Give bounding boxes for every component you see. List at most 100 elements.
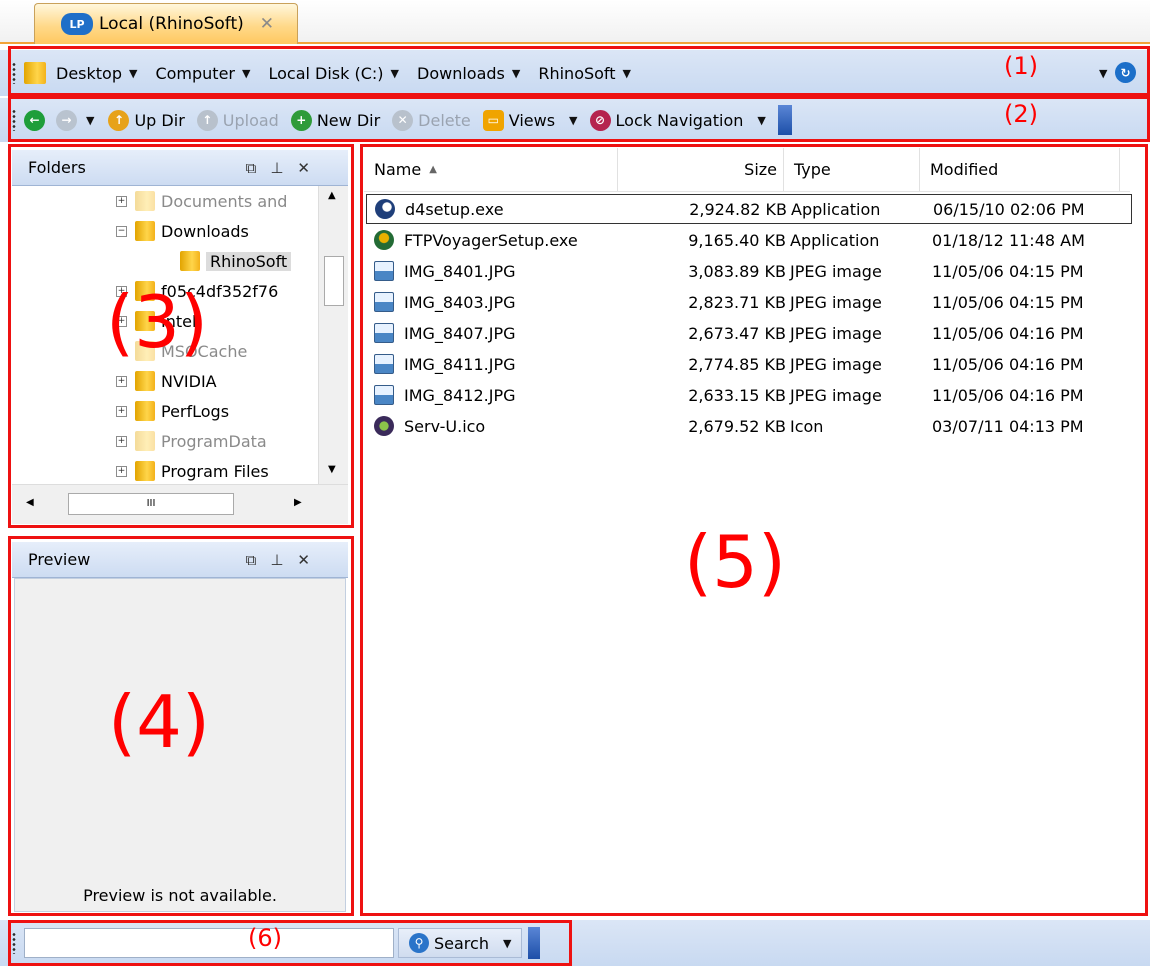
scroll-down-icon[interactable]: ▼ bbox=[328, 464, 336, 475]
scroll-thumb[interactable] bbox=[324, 256, 344, 306]
search-bar: ⚲ Search ▼ bbox=[0, 920, 1150, 966]
back-arrow-icon[interactable]: ← bbox=[24, 109, 45, 131]
breadcrumb-downloads[interactable]: Downloads ▼ bbox=[417, 64, 520, 83]
toolbar-grip[interactable] bbox=[12, 109, 16, 131]
delete-button[interactable]: ✕ Delete bbox=[392, 109, 471, 131]
column-header-type[interactable]: Type bbox=[784, 148, 920, 191]
image-file-icon bbox=[374, 292, 394, 312]
chevron-down-icon[interactable]: ▼ bbox=[569, 114, 577, 127]
lock-navigation-button[interactable]: ⊘ Lock Navigation ▼ bbox=[589, 109, 766, 131]
folder-shortcut-icon bbox=[135, 191, 155, 211]
history-dropdown-icon[interactable]: ▼ bbox=[1099, 67, 1107, 80]
breadcrumb-computer[interactable]: Computer ▼ bbox=[155, 64, 250, 83]
tree-node-programdata[interactable]: + ProgramData bbox=[116, 426, 267, 456]
column-header-name[interactable]: Name ▲ bbox=[364, 148, 618, 191]
main-toolbar: ← → ▼ ↑ Up Dir ↑ Upload + New Dir ✕ Delete ▭… bbox=[0, 98, 1150, 142]
float-icon[interactable]: ⧉ bbox=[246, 159, 271, 177]
search-input[interactable] bbox=[24, 928, 394, 958]
local-site-icon: LP bbox=[61, 13, 93, 35]
sort-ascending-icon: ▲ bbox=[429, 164, 437, 175]
tree-node-program-files[interactable]: + Program Files bbox=[116, 456, 269, 484]
table-row[interactable]: IMG_8403.JPG 2,823.71 KB JPEG image 11/0… bbox=[366, 287, 1132, 317]
tree-node-documents[interactable]: + Documents and bbox=[116, 186, 287, 216]
history-dropdown-icon[interactable]: ▼ bbox=[86, 114, 94, 127]
search-button[interactable]: ⚲ Search ▼ bbox=[398, 928, 523, 958]
toolbar-end-handle[interactable] bbox=[528, 927, 541, 959]
application-icon bbox=[375, 199, 395, 219]
tree-vertical-scrollbar[interactable]: ▲ ▼ bbox=[318, 186, 348, 484]
chevron-down-icon[interactable]: ▼ bbox=[391, 67, 399, 80]
folder-icon bbox=[135, 401, 155, 421]
views-icon: ▭ bbox=[482, 109, 504, 131]
folders-panel-header: Folders ⧉⊥✕ bbox=[12, 150, 348, 186]
panel-controls: ⧉⊥✕ bbox=[246, 159, 324, 177]
new-dir-icon: + bbox=[290, 109, 312, 131]
column-header-modified[interactable]: Modified bbox=[920, 148, 1120, 191]
expand-icon[interactable]: + bbox=[116, 195, 127, 207]
forward-arrow-icon[interactable]: → bbox=[56, 109, 77, 131]
close-icon[interactable]: ✕ bbox=[297, 159, 324, 177]
tab-local-rhinosoft[interactable]: LP Local (RhinoSoft) ✕ bbox=[34, 3, 298, 44]
tree-node-rhinosoft[interactable]: RhinoSoft bbox=[180, 246, 292, 276]
image-file-icon bbox=[374, 385, 394, 405]
tab-label: Local (RhinoSoft) bbox=[99, 14, 244, 34]
panel-controls: ⧉⊥✕ bbox=[246, 551, 324, 569]
toolbar-grip[interactable] bbox=[12, 62, 16, 84]
breadcrumb-rhinosoft[interactable]: RhinoSoft ▼ bbox=[538, 64, 631, 83]
preview-message: Preview is not available. bbox=[83, 886, 277, 905]
close-icon[interactable]: ✕ bbox=[260, 14, 274, 34]
scroll-right-icon[interactable]: ▶ bbox=[294, 497, 302, 508]
table-row[interactable]: IMG_8401.JPG 3,083.89 KB JPEG image 11/0… bbox=[366, 256, 1132, 286]
scroll-left-icon[interactable]: ◀ bbox=[26, 497, 34, 508]
upload-icon: ↑ bbox=[196, 109, 218, 131]
expand-icon[interactable]: + bbox=[116, 435, 127, 447]
float-icon[interactable]: ⧉ bbox=[246, 551, 271, 569]
pin-icon[interactable]: ⊥ bbox=[270, 551, 297, 569]
icon-file-icon bbox=[374, 416, 394, 436]
image-file-icon bbox=[374, 323, 394, 343]
tree-node-perflogs[interactable]: + PerfLogs bbox=[116, 396, 229, 426]
chevron-down-icon[interactable]: ▼ bbox=[623, 67, 631, 80]
expand-icon[interactable]: + bbox=[116, 375, 127, 387]
expand-icon[interactable]: + bbox=[116, 465, 127, 477]
chevron-down-icon[interactable]: ▼ bbox=[512, 67, 520, 80]
scroll-thumb[interactable]: III bbox=[68, 493, 234, 515]
up-dir-button[interactable]: ↑ Up Dir bbox=[108, 109, 185, 131]
column-header-size[interactable]: Size bbox=[618, 148, 784, 191]
table-row[interactable]: FTPVoyagerSetup.exe 9,165.40 KB Applicat… bbox=[366, 225, 1132, 255]
table-row[interactable]: IMG_8412.JPG 2,633.15 KB JPEG image 11/0… bbox=[366, 380, 1132, 410]
preview-panel-title: Preview bbox=[28, 550, 91, 569]
scroll-up-icon[interactable]: ▲ bbox=[328, 190, 336, 201]
pin-icon[interactable]: ⊥ bbox=[270, 159, 297, 177]
chevron-down-icon[interactable]: ▼ bbox=[242, 67, 250, 80]
table-row[interactable]: d4setup.exe 2,924.82 KB Application 06/1… bbox=[366, 194, 1132, 224]
expand-icon[interactable]: + bbox=[116, 405, 127, 417]
tree-node-downloads[interactable]: − Downloads bbox=[116, 216, 249, 246]
toolbar-grip[interactable] bbox=[12, 932, 16, 954]
table-row[interactable]: Serv-U.ico 2,679.52 KB Icon 03/07/11 04:… bbox=[366, 411, 1132, 441]
upload-button[interactable]: ↑ Upload bbox=[196, 109, 279, 131]
chevron-down-icon[interactable]: ▼ bbox=[129, 67, 137, 80]
folder-icon bbox=[135, 461, 155, 481]
folder-icon bbox=[24, 62, 46, 84]
chevron-down-icon[interactable]: ▼ bbox=[757, 114, 765, 127]
toolbar-end-handle[interactable] bbox=[777, 105, 792, 135]
breadcrumb-local-disk[interactable]: Local Disk (C:) ▼ bbox=[268, 64, 399, 83]
file-list-header: Name ▲ Size Type Modified bbox=[364, 148, 1130, 192]
folder-icon bbox=[135, 221, 155, 241]
chevron-down-icon[interactable]: ▼ bbox=[503, 937, 511, 950]
folders-panel-title: Folders bbox=[28, 158, 86, 177]
table-row[interactable]: IMG_8407.JPG 2,673.47 KB JPEG image 11/0… bbox=[366, 318, 1132, 348]
image-file-icon bbox=[374, 261, 394, 281]
close-icon[interactable]: ✕ bbox=[297, 551, 324, 569]
collapse-icon[interactable]: − bbox=[116, 225, 127, 237]
tree-horizontal-scrollbar[interactable]: ◀ III ▶ bbox=[12, 484, 348, 524]
refresh-icon[interactable]: ↻ bbox=[1115, 62, 1136, 83]
folder-icon bbox=[135, 431, 155, 451]
breadcrumb-desktop[interactable]: Desktop ▼ bbox=[56, 64, 137, 83]
search-icon: ⚲ bbox=[409, 933, 429, 953]
views-button[interactable]: ▭ Views ▼ bbox=[482, 109, 578, 131]
table-row[interactable]: IMG_8411.JPG 2,774.85 KB JPEG image 11/0… bbox=[366, 349, 1132, 379]
tree-node-nvidia[interactable]: + NVIDIA bbox=[116, 366, 217, 396]
new-dir-button[interactable]: + New Dir bbox=[290, 109, 380, 131]
